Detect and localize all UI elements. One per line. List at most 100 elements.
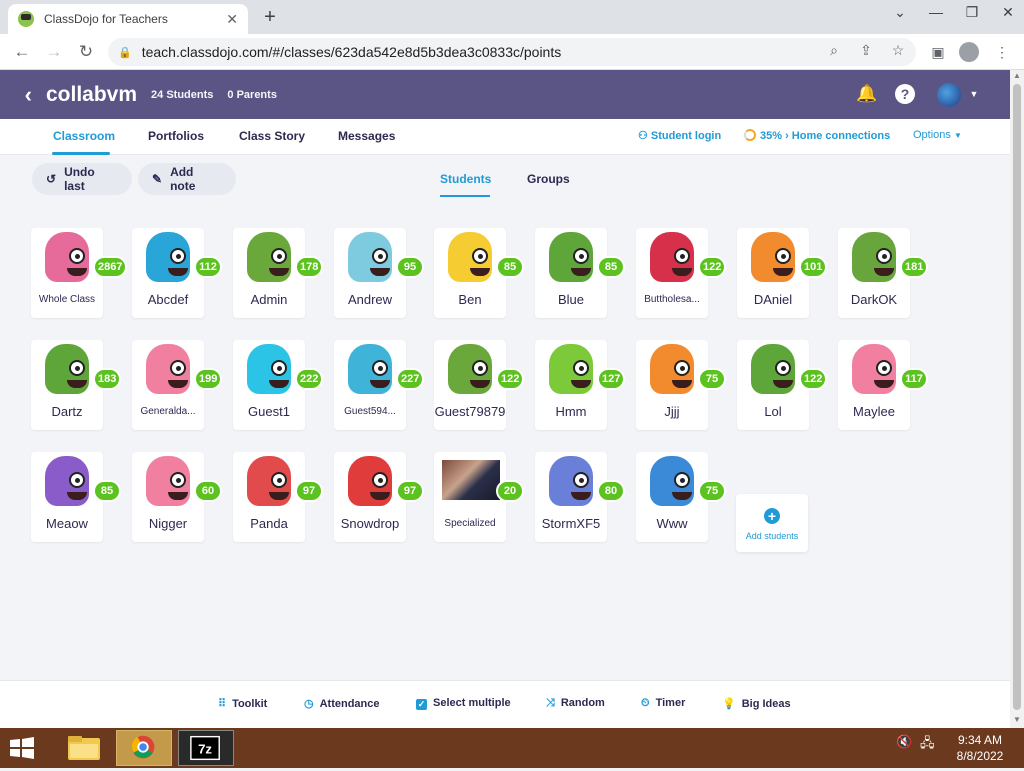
zoom-icon[interactable]: ⌕ xyxy=(822,38,846,62)
toolkit-button[interactable]: ⠿ Toolkit xyxy=(218,697,267,710)
tab-students[interactable]: Students xyxy=(440,172,491,186)
student-card[interactable]: 112 Abcdef xyxy=(132,228,222,318)
timer-button[interactable]: ⏲ Timer xyxy=(641,697,685,710)
random-button[interactable]: ⤨ Random xyxy=(546,697,605,710)
student-card[interactable]: 117 Maylee xyxy=(838,340,928,430)
address-bar[interactable]: 🔒 teach.classdojo.com/#/classes/623da542… xyxy=(108,38,916,66)
svg-text:7z: 7z xyxy=(198,742,212,757)
student-name: Meaow xyxy=(46,516,88,531)
student-card[interactable]: 75 Www xyxy=(636,452,726,542)
avatar-mouth xyxy=(67,380,87,388)
points-badge: 75 xyxy=(698,368,726,390)
bookmark-star-icon[interactable]: ☆ xyxy=(886,38,910,62)
student-card[interactable]: 97 Panda xyxy=(233,452,323,542)
minimize-button[interactable]: — xyxy=(918,0,954,30)
parents-count[interactable]: 0 Parents xyxy=(227,89,277,101)
student-card[interactable]: 97 Snowdrop xyxy=(334,452,424,542)
students-underline xyxy=(440,195,490,197)
caret-down-icon[interactable]: ▼ xyxy=(962,82,986,106)
help-icon[interactable]: ? xyxy=(895,84,915,104)
avatar-eye xyxy=(674,248,690,264)
student-card[interactable]: 178 Admin xyxy=(233,228,324,318)
points-badge: 181 xyxy=(900,256,929,278)
sidebar-icon[interactable]: ▣ xyxy=(926,40,950,64)
student-card[interactable]: 2867 Whole Class xyxy=(31,228,128,318)
avatar-eye xyxy=(876,248,892,264)
avatar-eye xyxy=(372,248,388,264)
restore-button[interactable]: ❐ xyxy=(954,0,990,30)
points-badge: 97 xyxy=(295,480,323,502)
student-card[interactable]: 181 DarkOK xyxy=(838,228,929,318)
student-card[interactable]: 227 Guest594... xyxy=(334,340,425,430)
student-card[interactable]: 122 Buttholesa... xyxy=(636,228,727,318)
tab-close-icon[interactable]: ✕ xyxy=(226,11,238,28)
student-card[interactable]: 85 Blue xyxy=(535,228,625,318)
avatar-eye xyxy=(69,472,85,488)
windows-start-icon[interactable] xyxy=(8,736,36,760)
scroll-down-icon[interactable]: ▼ xyxy=(1010,715,1024,727)
student-card[interactable]: 85 Ben xyxy=(434,228,524,318)
student-login-link[interactable]: ⚇ Student login xyxy=(638,129,721,142)
student-card[interactable]: 95 Andrew xyxy=(334,228,424,318)
points-badge: 117 xyxy=(900,368,928,390)
reload-icon[interactable]: ↻ xyxy=(74,40,98,64)
profile-avatar-icon[interactable] xyxy=(959,42,979,62)
student-card[interactable]: 127 Hmm xyxy=(535,340,626,430)
points-badge: 183 xyxy=(93,368,122,390)
bell-icon[interactable]: 🔔 xyxy=(855,82,879,106)
tab-portfolios[interactable]: Portfolios xyxy=(148,129,204,143)
home-connections-link[interactable]: 35% › Home connections xyxy=(744,129,890,142)
student-card[interactable]: 75 Jjjj xyxy=(636,340,726,430)
back-chevron-icon[interactable]: ‹ xyxy=(0,82,40,108)
students-count[interactable]: 24 Students xyxy=(151,89,213,101)
network-icon[interactable]: 🖧 xyxy=(920,734,935,756)
points-badge: 122 xyxy=(496,368,525,390)
monster-avatar-icon xyxy=(751,232,795,282)
student-card[interactable]: 20 Specialized xyxy=(434,452,524,542)
points-badge: 95 xyxy=(396,256,424,278)
add-note-button[interactable]: ✎ Add note xyxy=(138,163,236,195)
new-tab-button[interactable]: + xyxy=(258,6,282,30)
forward-arrow-icon[interactable]: → xyxy=(42,40,66,64)
student-card[interactable]: 183 Dartz xyxy=(31,340,122,430)
select-multiple-button[interactable]: ✓ Select multiple xyxy=(416,697,511,710)
monster-avatar-icon xyxy=(247,232,291,282)
share-icon[interactable]: ⇪ xyxy=(854,38,878,62)
tab-class-story[interactable]: Class Story xyxy=(239,129,305,143)
attendance-button[interactable]: ◷ Attendance xyxy=(304,697,380,710)
tab-messages[interactable]: Messages xyxy=(338,129,395,143)
close-window-button[interactable]: ✕ xyxy=(990,0,1024,30)
teacher-avatar[interactable] xyxy=(937,83,961,107)
student-card[interactable]: 199 Generalda... xyxy=(132,340,223,430)
tab-groups[interactable]: Groups xyxy=(527,172,570,186)
big-ideas-button[interactable]: 💡 Big Ideas xyxy=(722,697,791,710)
menu-kebab-icon[interactable]: ⋮ xyxy=(990,40,1014,64)
student-card[interactable]: 85 Meaow xyxy=(31,452,121,542)
tab-classroom[interactable]: Classroom xyxy=(53,129,115,143)
student-card[interactable]: 222 Guest1 xyxy=(233,340,324,430)
tab-search-icon[interactable]: ⌄ xyxy=(882,0,918,30)
student-card[interactable]: 122 Guest79879 xyxy=(434,340,525,430)
avatar-mouth xyxy=(470,380,490,388)
undo-last-button[interactable]: ↺ Undo last xyxy=(32,163,132,195)
student-card[interactable]: 122 Lol xyxy=(737,340,828,430)
back-arrow-icon[interactable]: ← xyxy=(10,40,34,64)
scroll-thumb[interactable] xyxy=(1013,84,1021,710)
speaker-muted-icon[interactable]: 🔇 xyxy=(896,734,912,750)
page-scrollbar[interactable]: ▲ ▼ xyxy=(1010,70,1024,728)
chrome-taskbar-icon[interactable] xyxy=(116,730,172,766)
7zip-taskbar-icon[interactable]: 7z xyxy=(178,730,234,766)
classdojo-favicon-icon xyxy=(18,11,34,27)
browser-tab[interactable]: ClassDojo for Teachers ✕ xyxy=(8,4,248,34)
student-name: Lol xyxy=(764,404,782,419)
options-dropdown[interactable]: Options ▼ xyxy=(913,129,962,141)
clock-tray[interactable]: 9:34 AM 8/8/2022 xyxy=(950,732,1010,764)
avatar-mouth xyxy=(773,380,793,388)
scroll-up-icon[interactable]: ▲ xyxy=(1010,71,1024,83)
file-explorer-icon[interactable] xyxy=(56,730,112,766)
student-card[interactable]: 101 DAniel xyxy=(737,228,828,318)
student-card[interactable]: 80 StormXF5 xyxy=(535,452,625,542)
add-students-button[interactable]: + Add students xyxy=(736,494,808,552)
tray-time: 9:34 AM xyxy=(957,733,1003,747)
student-card[interactable]: 60 Nigger xyxy=(132,452,222,542)
